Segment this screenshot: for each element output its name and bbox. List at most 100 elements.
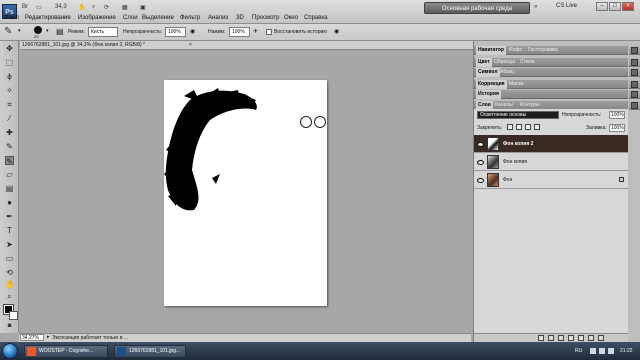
layer-visibility-eye-icon[interactable] <box>477 160 484 165</box>
document-canvas[interactable] <box>164 80 327 306</box>
menu-image[interactable]: Изображение <box>78 15 116 21</box>
pen-tool-icon[interactable]: ✒ <box>5 212 14 221</box>
menu-view[interactable]: Просмотр <box>252 15 279 21</box>
menu-select[interactable]: Выделение <box>142 15 174 21</box>
workspace-menu-icon[interactable]: » <box>534 4 537 14</box>
start-button[interactable] <box>2 343 18 359</box>
menu-analysis[interactable]: Анализ <box>208 15 228 21</box>
layer-visibility-eye-icon[interactable] <box>477 178 484 183</box>
lasso-tool-icon[interactable]: ϕ <box>5 72 14 81</box>
bridge-icon[interactable]: Br <box>22 4 28 14</box>
network-tray-icon[interactable] <box>590 348 596 354</box>
tab-history[interactable]: История <box>476 90 501 99</box>
workspace-switcher[interactable]: Основная рабочая среда <box>424 2 530 14</box>
shape-tool-icon[interactable]: ▭ <box>5 254 14 263</box>
menu-layers[interactable]: Слои <box>123 15 138 21</box>
background-color-swatch[interactable] <box>9 311 18 320</box>
zoom-tool-box-icon[interactable]: ⌕ <box>5 292 14 301</box>
quick-mask-icon[interactable]: ◙ <box>5 322 14 331</box>
lock-position-icon[interactable] <box>525 124 531 130</box>
tab-character[interactable]: Символ <box>476 68 500 77</box>
tab-masks[interactable]: Маски <box>507 80 525 89</box>
tab-adjustments[interactable]: Коррекция <box>476 80 507 89</box>
preset-dropdown-icon[interactable]: ▾ <box>18 28 21 34</box>
history-dock-icon[interactable] <box>631 91 638 98</box>
link-layers-icon[interactable] <box>538 335 544 341</box>
3d-rotate-tool-icon[interactable]: ⟲ <box>5 268 14 277</box>
status-info-icon[interactable]: ▸ <box>47 334 50 340</box>
layer-name[interactable]: Фон копия <box>503 159 527 165</box>
eraser-tool-icon[interactable]: ▱ <box>5 170 14 179</box>
menu-file[interactable]: Файл <box>4 15 19 21</box>
zoom-level-control[interactable]: 34,3 <box>55 4 67 14</box>
lock-transparency-icon[interactable] <box>507 124 513 130</box>
volume-tray-icon[interactable] <box>599 348 605 354</box>
brush-tool-preset-icon[interactable]: ✎ <box>4 26 12 37</box>
tray-icon[interactable] <box>608 348 614 354</box>
eyedropper-tool-icon[interactable]: ⁄ <box>5 114 14 123</box>
menu-edit[interactable]: Редактирование <box>25 15 71 21</box>
layers-dock-icon[interactable] <box>631 102 638 109</box>
tab-histogram[interactable]: Гистограмма <box>526 46 560 55</box>
mode-select[interactable]: Кисть <box>88 27 118 37</box>
dodge-tool-icon[interactable]: ● <box>5 198 14 207</box>
lock-pixels-icon[interactable] <box>516 124 522 130</box>
minibridge-icon[interactable]: ▭ <box>36 4 42 14</box>
menu-filter[interactable]: Фильтр <box>180 15 200 21</box>
tab-paragraph[interactable]: Абзац <box>498 68 516 77</box>
adjustment-layer-icon[interactable] <box>568 335 574 341</box>
tab-info[interactable]: Инфо <box>507 46 524 55</box>
cs-live-button[interactable]: CS Live <box>556 3 577 9</box>
quick-select-tool-icon[interactable]: ✧ <box>5 86 14 95</box>
close-document-icon[interactable]: × <box>189 42 192 48</box>
layer-visibility-eye-icon[interactable] <box>477 142 484 147</box>
layer-opacity-field[interactable]: 100% <box>609 111 625 119</box>
opacity-field[interactable]: 100% <box>165 27 186 37</box>
tablet-opacity-icon[interactable]: ◉ <box>190 28 195 35</box>
add-mask-icon[interactable] <box>558 335 564 341</box>
brush-picker-dropdown-icon[interactable]: ▾ <box>46 28 49 34</box>
blend-mode-select[interactable]: Осветление основы <box>477 111 559 119</box>
rotate-view-icon[interactable]: ⟳ <box>104 4 109 14</box>
brush-preview-icon[interactable] <box>34 26 42 34</box>
zoom-tool-icon[interactable]: ⌕ <box>92 4 95 14</box>
zoom-field[interactable]: 34,27% <box>20 334 44 341</box>
minimize-button[interactable]: – <box>596 2 608 11</box>
menu-window[interactable]: Окно <box>284 15 298 21</box>
layer-name[interactable]: Фон <box>503 177 512 183</box>
pressure-field[interactable]: 100% <box>229 27 250 37</box>
tablet-pressure-size-icon[interactable]: ◉ <box>334 28 339 35</box>
taskbar-item-browser[interactable]: WOOSTEP - Cogoshe... <box>24 345 108 358</box>
crop-tool-icon[interactable]: ⌗ <box>5 100 14 109</box>
gradient-tool-icon[interactable]: ▤ <box>5 184 14 193</box>
menu-help[interactable]: Справка <box>304 15 328 21</box>
document-title[interactable]: 1266762881_101.jpg @ 34,3% (Фон копия 2,… <box>22 42 145 48</box>
healing-brush-tool-icon[interactable]: ✚ <box>5 128 14 137</box>
delete-layer-icon[interactable] <box>598 335 604 341</box>
restore-history-checkbox[interactable] <box>266 29 272 35</box>
path-selection-tool-icon[interactable]: ➤ <box>5 240 14 249</box>
airbrush-icon[interactable]: ✈ <box>253 28 258 35</box>
fill-field[interactable]: 100% <box>609 124 625 132</box>
history-brush-tool-icon[interactable]: ✎ <box>5 156 14 166</box>
arrange-documents-icon[interactable]: ▦ <box>122 4 128 14</box>
tab-styles[interactable]: Стили <box>518 58 536 67</box>
hand-tool-icon[interactable]: ✋ <box>5 280 15 289</box>
tab-color[interactable]: Цвет <box>476 58 492 67</box>
navigator-dock-icon[interactable] <box>631 47 638 54</box>
new-layer-icon[interactable] <box>588 335 594 341</box>
screen-mode-icon[interactable]: ▣ <box>140 4 146 14</box>
maximize-button[interactable]: □ <box>609 2 621 11</box>
adjustments-dock-icon[interactable] <box>631 81 638 88</box>
layer-name[interactable]: Фон копия 2 <box>503 141 533 147</box>
character-dock-icon[interactable] <box>631 69 638 76</box>
language-indicator[interactable]: RU <box>575 348 582 354</box>
tab-navigator[interactable]: Навигатор <box>476 46 506 55</box>
hand-icon[interactable]: ✋ <box>78 4 85 14</box>
brush-tool-icon[interactable]: ✎ <box>5 142 14 151</box>
lock-all-icon[interactable] <box>534 124 540 130</box>
type-tool-icon[interactable]: T <box>5 226 14 235</box>
new-group-icon[interactable] <box>578 335 584 341</box>
move-tool-icon[interactable]: ✥ <box>5 44 14 53</box>
brush-panel-icon[interactable]: ▤ <box>56 27 64 36</box>
